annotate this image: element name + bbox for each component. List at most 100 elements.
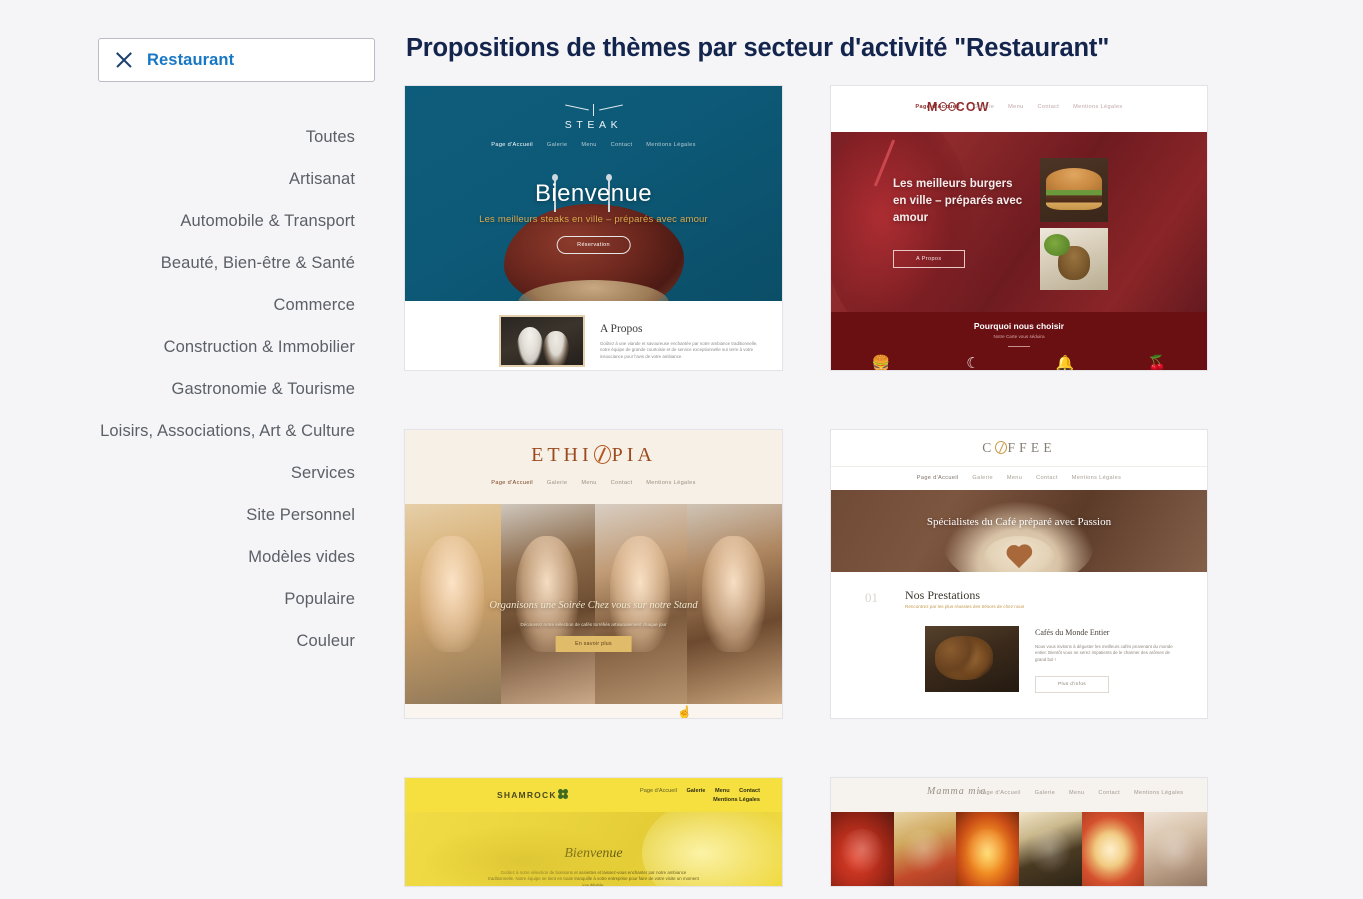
shamrock-hero-title: Bienvenue [564, 846, 623, 861]
sidebar-item-toutes[interactable]: Toutes [0, 116, 355, 158]
nav-link-contact[interactable]: Contact [1098, 790, 1120, 796]
nav-link-home[interactable]: Page d'Accueil [915, 104, 959, 110]
steak-hero-button[interactable]: Réservation [556, 236, 631, 254]
ethiopia-header: ETHI PIA Page d'Accueil Galerie Menu Cont… [405, 430, 782, 504]
nav-link-legal[interactable]: Mentions Légales [646, 142, 695, 148]
nav-link-legal[interactable]: Mentions Légales [1134, 790, 1183, 796]
moocow-nav[interactable]: Page d'Accueil Galerie Menu Contact Ment… [831, 104, 1207, 110]
close-x-icon[interactable] [113, 49, 135, 71]
ethiopia-logo: ETHI PIA [405, 444, 782, 467]
nav-link-menu[interactable]: Menu [1008, 104, 1023, 110]
sidebar-item-construction-immobilier[interactable]: Construction & Immobilier [0, 326, 355, 368]
nav-link-menu[interactable]: Menu [581, 142, 596, 148]
nav-link-home[interactable]: Page d'Accueil [979, 790, 1021, 796]
steak-nav[interactable]: Page d'Accueil Galerie Menu Contact Ment… [405, 142, 782, 148]
filter-chip-label: Restaurant [147, 50, 235, 69]
sidebar-item-services[interactable]: Services [0, 452, 355, 494]
nav-link-legal[interactable]: Mentions Légales [713, 797, 760, 803]
theme-grid: STEAK Page d'Accueil Galerie Menu Contac… [404, 85, 1363, 887]
nav-link-contact[interactable]: Contact [611, 142, 633, 148]
sidebar-item-automobile-transport[interactable]: Automobile & Transport [0, 200, 355, 242]
coffee-nav[interactable]: Page d'Accueil Galerie Menu Contact Ment… [831, 475, 1207, 481]
shamrock-nav[interactable]: Page d'Accueil Galerie Menu Contact Ment… [580, 787, 760, 805]
theme-card-moocow[interactable]: M COW Page d'Accueil Galerie Menu Contact… [830, 85, 1208, 371]
nav-link-gallery[interactable]: Galerie [974, 104, 994, 110]
nav-link-gallery[interactable]: Galerie [1035, 790, 1055, 796]
section-subtitle: Rencontrez par les plus réussies des tré… [905, 604, 1025, 609]
nav-link-gallery[interactable]: Galerie [686, 788, 705, 794]
nav-link-menu[interactable]: Menu [715, 788, 730, 794]
nav-link-home[interactable]: Page d'Accueil [491, 142, 533, 148]
pizza-header: Mamma mia Page d'Accueil Galerie Menu Co… [831, 778, 1207, 812]
ethiopia-logo-end: PIA [611, 444, 656, 466]
nav-link-contact[interactable]: Contact [1037, 104, 1059, 110]
coffee-hero-title: Spécialistes du Café préparé avec Passio… [926, 516, 1112, 528]
nav-link-contact[interactable]: Contact [739, 788, 760, 794]
pizza-photo [1019, 812, 1082, 886]
nav-link-home[interactable]: Page d'Accueil [640, 788, 677, 794]
steak-hero: STEAK Page d'Accueil Galerie Menu Contac… [405, 86, 782, 301]
nav-link-menu[interactable]: Menu [1007, 475, 1022, 481]
coffee-logo-start: C [982, 440, 996, 455]
sidebar-item-commerce[interactable]: Commerce [0, 284, 355, 326]
feature-item: 🍔 Burgers délicieux [853, 354, 909, 370]
shamrock-hero: Bienvenue Goûtez à notre sélection de bo… [405, 812, 782, 887]
nav-link-home[interactable]: Page d'Accueil [491, 480, 533, 486]
coffee-bean-icon [995, 441, 1008, 454]
veggie-burger-photo [1040, 228, 1108, 290]
sidebar-item-artisanat[interactable]: Artisanat [0, 158, 355, 200]
sidebar-item-beaute-sante[interactable]: Beauté, Bien-être & Santé [0, 242, 355, 284]
nav-link-menu[interactable]: Menu [1069, 790, 1084, 796]
nav-link-gallery[interactable]: Galerie [547, 142, 567, 148]
nav-link-contact[interactable]: Contact [1036, 475, 1058, 481]
sidebar-item-modeles-vides[interactable]: Modèles vides [0, 536, 355, 578]
active-filter-chip[interactable]: Restaurant [98, 38, 375, 82]
ethiopia-footer: ☝ [405, 704, 782, 718]
pizza-photo [893, 812, 957, 886]
theme-card-coffee[interactable]: C FFEE Page d'Accueil Galerie Menu Contac… [830, 429, 1208, 719]
pizza-photo-strip [831, 812, 1207, 886]
sidebar-item-couleur[interactable]: Couleur [0, 620, 355, 662]
nav-link-legal[interactable]: Mentions Légales [1072, 475, 1121, 481]
moocow-hero-button[interactable]: A Propos [893, 250, 965, 268]
burger-photo [1040, 158, 1108, 222]
shamrock-logo: SHAMROCK [497, 787, 569, 801]
nav-link-home[interactable]: Page d'Accueil [917, 475, 959, 481]
theme-card-pizza[interactable]: Mamma mia Page d'Accueil Galerie Menu Co… [830, 777, 1208, 887]
pizza-nav[interactable]: Page d'Accueil Galerie Menu Contact Ment… [973, 790, 1183, 796]
nav-link-gallery[interactable]: Galerie [547, 480, 567, 486]
nav-link-legal[interactable]: Mentions Légales [1073, 104, 1122, 110]
section-number: 01 [865, 590, 878, 605]
sidebar: Restaurant Toutes Artisanat Automobile &… [0, 0, 400, 899]
steak-about-title: A Propos [600, 323, 643, 335]
sidebar-item-gastronomie-tourisme[interactable]: Gastronomie & Tourisme [0, 368, 355, 410]
nav-link-menu[interactable]: Menu [581, 480, 596, 486]
service-item-button[interactable]: Plus d'infos [1035, 676, 1109, 693]
themes-gallery-page: Restaurant Toutes Artisanat Automobile &… [0, 0, 1363, 899]
clover-icon [556, 787, 569, 801]
ethiopia-hero: Organisons une Soirée Chez vous sur notr… [405, 504, 782, 704]
theme-card-ethiopia[interactable]: ETHI PIA Page d'Accueil Galerie Menu Cont… [404, 429, 783, 719]
pizza-photo [956, 812, 1020, 886]
nav-link-legal[interactable]: Mentions Légales [646, 480, 695, 486]
coffee-services-section: 01 Nos Prestations Rencontrez par les pl… [831, 572, 1207, 718]
service-item-title: Cafés du Monde Entier [1035, 628, 1110, 637]
page-title: Propositions de thèmes par secteur d'act… [406, 34, 1110, 62]
nav-link-gallery[interactable]: Galerie [972, 475, 992, 481]
sidebar-item-site-personnel[interactable]: Site Personnel [0, 494, 355, 536]
theme-card-steak[interactable]: STEAK Page d'Accueil Galerie Menu Contac… [404, 85, 783, 371]
coffee-hero: Spécialistes du Café préparé avec Passio… [831, 490, 1207, 572]
nav-link-contact[interactable]: Contact [611, 480, 633, 486]
coffee-bean-icon [593, 445, 611, 464]
coffee-navbar: Page d'Accueil Galerie Menu Contact Ment… [831, 466, 1207, 490]
ethiopia-hero-button[interactable]: En savoir plus [555, 636, 632, 652]
sidebar-item-loisirs-art-culture[interactable]: Loisirs, Associations, Art & Culture [0, 410, 355, 452]
theme-card-shamrock[interactable]: SHAMROCK Page d'Accueil Galerie Menu Con… [404, 777, 783, 887]
shamrock-hero-text: Goûtez à notre sélection de boissons et … [488, 870, 699, 887]
moocow-features: 🍔 Burgers délicieux ☾ Ouvert tard le soi… [831, 354, 1207, 371]
coffee-logo: C FFEE [831, 440, 1207, 456]
ethiopia-nav[interactable]: Page d'Accueil Galerie Menu Contact Ment… [405, 480, 782, 486]
shamrock-header: SHAMROCK Page d'Accueil Galerie Menu Con… [405, 778, 782, 812]
sidebar-item-populaire[interactable]: Populaire [0, 578, 355, 620]
moon-icon: ☾ [966, 355, 980, 371]
